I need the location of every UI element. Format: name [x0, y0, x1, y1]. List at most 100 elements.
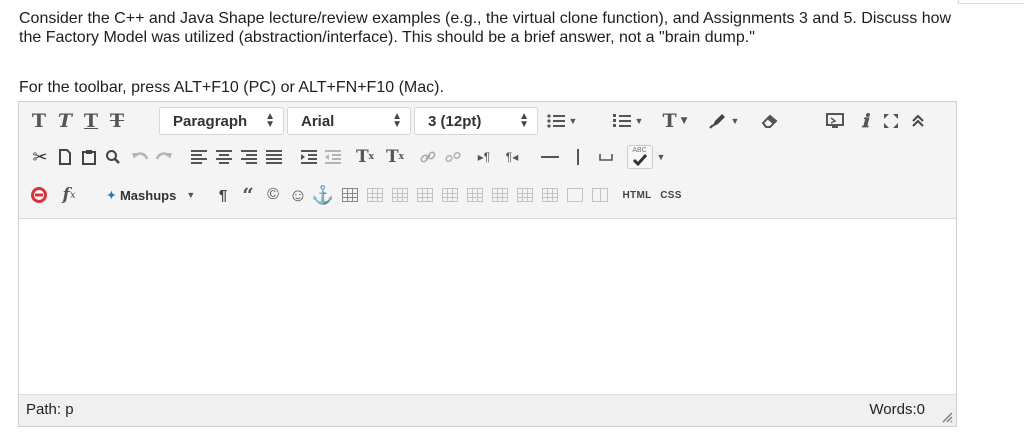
- spellcheck-icon: ABC: [626, 145, 653, 169]
- merge-cells-button[interactable]: [589, 182, 611, 208]
- italic-button[interactable]: T: [54, 108, 76, 134]
- info-button[interactable]: ℹ: [855, 108, 875, 134]
- rtl-button[interactable]: ¶◂: [499, 144, 525, 170]
- css-button[interactable]: CSS: [651, 182, 691, 208]
- ltr-button[interactable]: ▸¶: [471, 144, 497, 170]
- format-select[interactable]: Paragraph ▲ ▼: [159, 107, 284, 135]
- highlight-button[interactable]: ▼: [705, 108, 743, 134]
- col-after-icon: [517, 188, 533, 202]
- table-row-props-button[interactable]: [364, 182, 386, 208]
- math-formula-button[interactable]: fx: [54, 182, 84, 208]
- paste-button[interactable]: [78, 144, 100, 170]
- editor-content-area[interactable]: [19, 219, 956, 396]
- superscript-button[interactable]: Tx: [351, 144, 379, 170]
- chevron-down-icon: ▼: [730, 116, 740, 126]
- delete-col-button[interactable]: [539, 182, 561, 208]
- editor-toolbar: T T T T Paragraph ▲ ▼ Arial ▲ ▼ 3 (12pt) ▲…: [19, 102, 956, 219]
- outdent-icon: [325, 150, 341, 164]
- insert-col-before-button[interactable]: [489, 182, 511, 208]
- select-arrows-icon: ▲ ▼: [392, 111, 402, 130]
- toolbar-row-3: fx ✦ Mashups ▼ ¶ “ © ☺ ⚓ HTML CSS: [19, 178, 956, 212]
- strikethrough-button[interactable]: T: [106, 108, 128, 134]
- eraser-button[interactable]: [757, 108, 783, 134]
- special-character-button[interactable]: ©: [262, 182, 284, 208]
- find-button[interactable]: [102, 144, 124, 170]
- align-left-button[interactable]: [188, 144, 210, 170]
- nonbreaking-space-button[interactable]: [593, 144, 619, 170]
- info-icon: ℹ: [861, 110, 869, 132]
- resize-handle-icon[interactable]: [939, 409, 953, 423]
- undo-icon: [132, 152, 149, 160]
- spellcheck-button[interactable]: ABC ▼: [626, 144, 666, 170]
- select-arrows-icon: ▲ ▼: [265, 111, 275, 130]
- anchor-icon: ⚓: [311, 184, 335, 205]
- toolbar-row-2: ✂ T x T x ▸¶ ¶◂ ABC ▼: [19, 140, 956, 174]
- chevron-down-icon: ▼: [634, 116, 644, 126]
- nonbreaking-space-icon: [599, 154, 613, 161]
- table-row-icon: [367, 188, 383, 202]
- css-label: CSS: [660, 189, 682, 201]
- select-arrows-icon: ▲ ▼: [519, 111, 529, 130]
- question-text: Consider the C++ and Java Shape lecture/…: [19, 10, 952, 46]
- preview-button[interactable]: [823, 108, 847, 134]
- insert-col-after-button[interactable]: [514, 182, 536, 208]
- indent-button[interactable]: [298, 144, 320, 170]
- toolbar-instructions: For the toolbar, press ALT+F10 (PC) or A…: [19, 79, 444, 96]
- indent-icon: [301, 150, 317, 164]
- emoticons-button[interactable]: ☺: [287, 182, 309, 208]
- collapse-toolbar-button[interactable]: [906, 108, 930, 134]
- redo-button[interactable]: [153, 144, 175, 170]
- table-cell-props-button[interactable]: [389, 182, 411, 208]
- fullscreen-button[interactable]: [879, 108, 903, 134]
- anchor-button[interactable]: ⚓: [312, 182, 334, 208]
- subscript-button[interactable]: Tx: [381, 144, 409, 170]
- em-dash-button[interactable]: [565, 144, 591, 170]
- split-cells-button[interactable]: [564, 182, 586, 208]
- paragraph-rtl-icon: ¶◂: [505, 150, 519, 164]
- horizontal-rule-button[interactable]: [537, 144, 563, 170]
- format-select-value: Paragraph: [173, 112, 248, 130]
- copy-icon: [59, 149, 71, 165]
- undo-button[interactable]: [129, 144, 151, 170]
- bullet-list-button[interactable]: ▼: [545, 108, 579, 134]
- insert-row-before-button[interactable]: [414, 182, 436, 208]
- monitor-icon: [826, 113, 844, 128]
- text-color-button[interactable]: T ▼: [655, 108, 695, 134]
- delete-col-icon: [542, 188, 558, 202]
- line-break-icon: [577, 149, 579, 165]
- insert-link-button[interactable]: [417, 144, 439, 170]
- formula-icon: f: [62, 185, 70, 205]
- justify-icon: [266, 150, 282, 164]
- cut-button[interactable]: ✂: [29, 144, 51, 170]
- record-button[interactable]: [27, 182, 51, 208]
- bold-button[interactable]: T: [28, 108, 50, 134]
- unlink-button[interactable]: [442, 144, 464, 170]
- outdent-button[interactable]: [322, 144, 344, 170]
- insert-table-button[interactable]: [339, 182, 361, 208]
- word-count: Words:0: [869, 401, 925, 418]
- unlink-icon: [445, 151, 461, 163]
- clipboard-icon: [82, 150, 96, 165]
- delete-row-button[interactable]: [464, 182, 486, 208]
- align-right-button[interactable]: [238, 144, 260, 170]
- search-icon: [106, 150, 120, 164]
- font-size-select[interactable]: 3 (12pt) ▲ ▼: [414, 107, 538, 135]
- blockquote-button[interactable]: “: [237, 182, 259, 208]
- copyright-icon: ©: [267, 186, 279, 203]
- table-icon: [342, 188, 358, 202]
- justify-button[interactable]: [263, 144, 285, 170]
- double-chevron-up-icon: [912, 114, 924, 127]
- table-cell-icon: [392, 188, 408, 202]
- mashups-icon: ✦: [106, 189, 116, 202]
- align-right-icon: [241, 150, 257, 164]
- align-center-button[interactable]: [213, 144, 235, 170]
- mashups-button[interactable]: ✦ Mashups ▼: [95, 182, 207, 208]
- horizontal-rule-icon: [541, 156, 559, 158]
- numbered-list-button[interactable]: ▼: [611, 108, 645, 134]
- insert-row-after-button[interactable]: [439, 182, 461, 208]
- font-family-select[interactable]: Arial ▲ ▼: [287, 107, 411, 135]
- paragraph-marks-button[interactable]: ¶: [213, 182, 233, 208]
- delete-row-icon: [467, 188, 483, 202]
- copy-button[interactable]: [54, 144, 76, 170]
- underline-button[interactable]: T: [80, 108, 102, 134]
